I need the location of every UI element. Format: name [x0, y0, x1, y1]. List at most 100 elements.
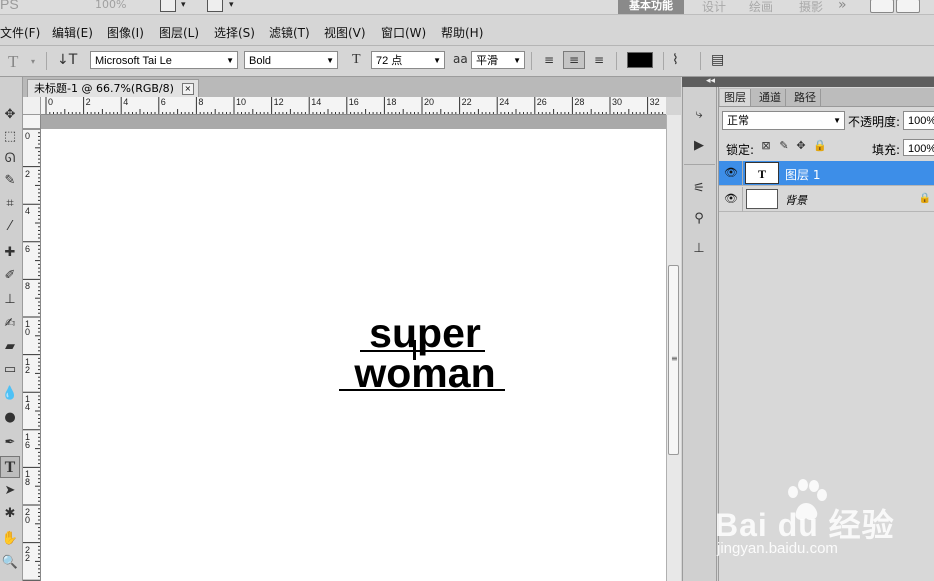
align-center-button[interactable]: ≡: [563, 51, 585, 69]
history-brush-tool-icon[interactable]: ✍: [0, 313, 20, 335]
clone-source-panel-icon[interactable]: ⊥: [690, 240, 708, 258]
tab-channels[interactable]: 通道: [755, 89, 786, 106]
chevron-down-icon[interactable]: ▾: [181, 0, 186, 10]
ruler-label: 22: [25, 544, 31, 563]
eye-icon[interactable]: 👁: [724, 166, 738, 180]
text-layer-content[interactable]: super woman: [330, 313, 520, 394]
lock-pixels-icon[interactable]: ✎: [778, 140, 790, 152]
layer-row[interactable]: 👁 T 图层 1: [719, 161, 934, 186]
marquee-tool-icon[interactable]: ⬚: [0, 126, 20, 148]
layer-row[interactable]: 👁 背景 🔒: [719, 187, 934, 212]
font-size-select[interactable]: 72 点 ▼: [371, 51, 445, 69]
ruler-label: 8: [198, 97, 204, 107]
arrange-documents-icon[interactable]: [160, 0, 176, 12]
quick-selection-tool-icon[interactable]: ✎: [0, 170, 20, 192]
tab-paths[interactable]: 路径: [790, 89, 821, 106]
minimize-button[interactable]: [870, 0, 894, 13]
crop-tool-icon[interactable]: ⌗: [0, 193, 20, 215]
text-insertion-cursor: [413, 340, 416, 360]
move-tool-icon[interactable]: ✥: [0, 104, 20, 126]
brush-presets-panel-icon[interactable]: ⚲: [690, 210, 708, 228]
zoom-level-select[interactable]: 100%: [95, 0, 126, 11]
lock-transparency-icon[interactable]: ⊠: [760, 140, 772, 152]
path-selection-tool-icon[interactable]: ➤: [0, 480, 20, 502]
scrollbar-thumb[interactable]: ≡: [668, 265, 679, 455]
lasso-tool-icon[interactable]: ᘏ: [0, 148, 20, 170]
text-color-swatch[interactable]: [627, 52, 653, 68]
menu-view[interactable]: 视图(V): [324, 24, 366, 41]
vertical-ruler[interactable]: 0 2 4 6 8 10 12 14 16 18 20 22: [23, 115, 41, 581]
brush-tool-icon[interactable]: ✐: [0, 265, 20, 287]
warp-text-icon[interactable]: ⌇: [672, 52, 679, 68]
character-panel-icon[interactable]: ▤: [711, 52, 724, 68]
lock-all-icon[interactable]: 🔒: [813, 140, 827, 152]
screen-mode-icon[interactable]: [207, 0, 223, 12]
antialias-value: 平滑: [476, 55, 498, 67]
watermark-url: jingyan.baidu.com: [717, 540, 838, 557]
gradient-tool-icon[interactable]: ▭: [0, 359, 20, 381]
opacity-field[interactable]: 100%: [903, 111, 934, 130]
pen-tool-icon[interactable]: ✒: [0, 432, 20, 454]
close-icon[interactable]: ×: [181, 83, 194, 95]
menu-edit[interactable]: 编辑(E): [52, 24, 93, 41]
document-tab[interactable]: 未标题-1 @ 66.7%(RGB/8) ×: [27, 79, 199, 98]
healing-brush-tool-icon[interactable]: ✚: [0, 242, 20, 264]
adjustments-panel-icon[interactable]: ⚟: [690, 180, 708, 198]
ruler-origin[interactable]: [23, 97, 41, 115]
tool-preset-icon[interactable]: T: [8, 52, 18, 72]
vertical-scrollbar[interactable]: ≡: [666, 115, 681, 581]
chevron-down-icon: ▼: [226, 56, 234, 65]
fill-field[interactable]: 100%: [903, 139, 934, 156]
blend-mode-select[interactable]: 正常 ▼: [722, 111, 845, 130]
menu-window[interactable]: 窗口(W): [381, 24, 426, 41]
actions-panel-icon[interactable]: ▶: [690, 137, 708, 155]
eraser-tool-icon[interactable]: ▰: [0, 336, 20, 358]
workspace-essentials-button[interactable]: 基本功能: [618, 0, 684, 14]
tab-layers[interactable]: 图层: [720, 89, 751, 106]
menu-layer[interactable]: 图层(L): [159, 24, 199, 41]
divider: [663, 52, 664, 70]
panel-dock-header: [682, 77, 934, 87]
chevron-down-icon[interactable]: ▾: [31, 57, 35, 66]
workspace-painting-button[interactable]: 绘画: [749, 0, 773, 15]
toggle-text-orientation-icon[interactable]: ↓T: [57, 52, 77, 68]
eyedropper-tool-icon[interactable]: ⁄: [0, 216, 20, 238]
workspace-design-button[interactable]: 设计: [702, 0, 726, 15]
type-tool-icon[interactable]: T: [0, 456, 20, 478]
menu-file[interactable]: 文件(F): [0, 24, 40, 41]
menu-filter[interactable]: 滤镜(T): [269, 24, 310, 41]
chevron-down-icon[interactable]: ▾: [229, 0, 234, 10]
chevron-down-icon: ▼: [513, 56, 521, 65]
collapse-panels-icon[interactable]: ◂◂: [706, 76, 715, 86]
antialias-select[interactable]: 平滑 ▼: [471, 51, 525, 69]
history-panel-icon[interactable]: ⤷: [690, 106, 708, 124]
menu-select[interactable]: 选择(S): [214, 24, 255, 41]
divider: [700, 52, 701, 70]
lock-position-icon[interactable]: ✥: [795, 140, 807, 152]
layer-name[interactable]: 背景: [785, 192, 807, 208]
font-style-select[interactable]: Bold ▼: [244, 51, 338, 69]
align-left-button[interactable]: ≡: [538, 51, 560, 69]
ruler-label: 30: [612, 97, 623, 107]
blur-tool-icon[interactable]: 💧: [0, 383, 20, 405]
workspace-photography-button[interactable]: 摄影: [799, 0, 823, 15]
ruler-label: 2: [25, 168, 31, 179]
menu-image[interactable]: 图像(I): [107, 24, 144, 41]
font-family-select[interactable]: Microsoft Tai Le ▼: [90, 51, 238, 69]
custom-shape-tool-icon[interactable]: ✱: [0, 503, 20, 525]
blend-mode-value: 正常: [727, 115, 749, 127]
horizontal-ruler[interactable]: 0 2 4 6 8 10 12 14 16 18 20 22 24 26 28 30 32: [41, 97, 666, 115]
clone-stamp-tool-icon[interactable]: ⊥: [0, 289, 20, 311]
dodge-tool-icon[interactable]: ●: [0, 407, 20, 429]
ruler-label: 12: [273, 97, 284, 107]
ruler-label: 20: [424, 97, 435, 107]
eye-icon[interactable]: 👁: [724, 192, 738, 206]
maximize-button[interactable]: [896, 0, 920, 13]
hand-tool-icon[interactable]: ✋: [0, 528, 20, 550]
menu-help[interactable]: 帮助(H): [441, 24, 483, 41]
more-workspaces-icon[interactable]: »: [838, 0, 847, 13]
zoom-tool-icon[interactable]: 🔍: [0, 552, 20, 574]
divider: [531, 52, 532, 70]
align-right-button[interactable]: ≡: [588, 51, 610, 69]
layer-name[interactable]: 图层 1: [785, 166, 820, 183]
